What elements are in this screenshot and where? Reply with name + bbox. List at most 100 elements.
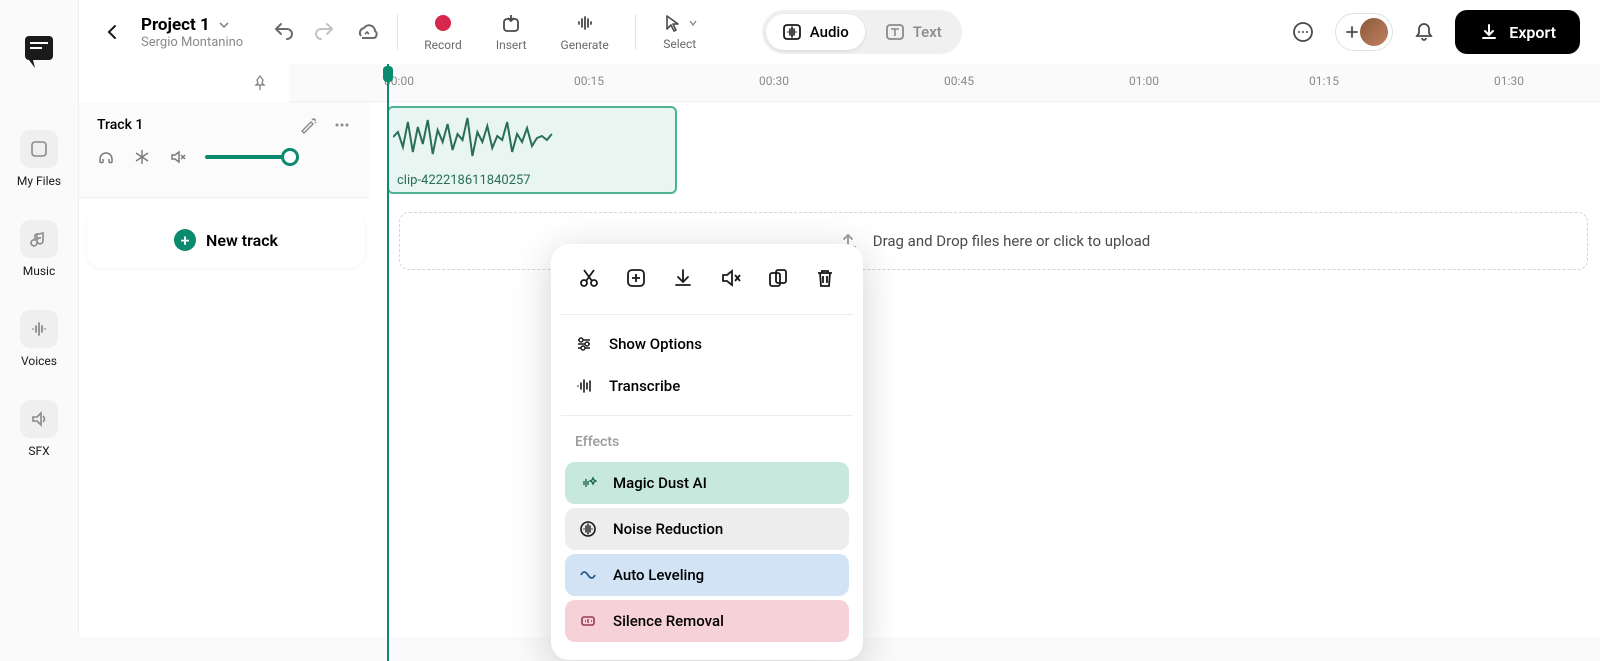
download-icon <box>1479 22 1499 42</box>
audio-clip[interactable]: clip-422218611840257 <box>387 106 677 194</box>
seg-label: Audio <box>810 23 849 41</box>
ruler-mark: 01:15 <box>1309 74 1339 88</box>
top-toolbar: Project 1 Sergio Montanino Record Insert <box>79 0 1600 64</box>
insert-button[interactable]: Insert <box>488 8 535 56</box>
newtrack-label: New track <box>206 231 278 250</box>
record-icon <box>432 12 454 34</box>
music-note-icon <box>20 220 58 258</box>
track-name: Track 1 <box>97 117 143 133</box>
more-options-icon[interactable] <box>333 116 351 134</box>
divider <box>635 14 636 50</box>
export-button[interactable]: Export <box>1455 10 1580 54</box>
fx-label: Silence Removal <box>613 612 724 630</box>
insert-icon <box>500 12 522 34</box>
tracks-area: Track 1 clip-422218611840257 <box>79 102 1600 637</box>
select-button[interactable]: Select <box>654 9 706 55</box>
effects-heading: Effects <box>561 424 853 458</box>
nav-sfx[interactable]: SFX <box>20 400 58 458</box>
generate-icon <box>574 12 596 34</box>
add-collaborator-button[interactable] <box>1335 13 1393 51</box>
auto-leveling-item[interactable]: Auto Leveling <box>565 554 849 596</box>
download-button[interactable] <box>669 264 697 292</box>
audio-mode-button[interactable]: Audio <box>766 14 865 50</box>
voice-wave-icon <box>20 310 58 348</box>
chevron-down-icon <box>218 19 230 31</box>
project-block[interactable]: Project 1 Sergio Montanino <box>141 15 243 50</box>
divider <box>397 14 398 50</box>
sfx-icon <box>20 400 58 438</box>
duplicate-button[interactable] <box>764 264 792 292</box>
waveform-icon <box>393 112 671 162</box>
cloud-sync-icon[interactable] <box>355 20 379 44</box>
text-icon <box>885 22 905 42</box>
headphones-icon[interactable] <box>97 148 115 166</box>
chevron-down-icon <box>688 18 698 28</box>
silence-removal-item[interactable]: Silence Removal <box>565 600 849 642</box>
tb-label: Generate <box>561 38 609 52</box>
avatar <box>1358 16 1390 48</box>
ruler-mark: 00:15 <box>574 74 604 88</box>
ruler-mark: 01:30 <box>1494 74 1524 88</box>
fx-label: Magic Dust AI <box>613 474 707 492</box>
tb-label: Record <box>424 38 462 52</box>
new-track-button[interactable]: + New track <box>87 212 365 268</box>
seg-label: Text <box>913 23 942 41</box>
dropzone-label: Drag and Drop files here or click to upl… <box>873 232 1150 250</box>
sparkle-wave-icon <box>579 474 597 492</box>
sliders-icon <box>575 335 593 353</box>
left-sidebar: My Files Music Voices SFX <box>0 0 79 637</box>
chat-button[interactable] <box>1291 20 1315 44</box>
track-header: Track 1 <box>79 102 369 198</box>
leveling-icon <box>579 566 597 584</box>
text-mode-button[interactable]: Text <box>869 14 958 50</box>
ruler-mark: 00:45 <box>944 74 974 88</box>
generate-button[interactable]: Generate <box>553 8 617 56</box>
app-logo <box>19 30 59 70</box>
redo-button[interactable] <box>313 20 337 44</box>
export-label: Export <box>1509 23 1556 42</box>
audio-waveform-icon <box>782 22 802 42</box>
cut-button[interactable] <box>575 264 603 292</box>
add-button[interactable] <box>622 264 650 292</box>
back-button[interactable] <box>99 18 127 46</box>
mode-segment: Audio Text <box>762 10 962 54</box>
fx-label: Noise Reduction <box>613 520 723 538</box>
nav-label: SFX <box>28 444 49 458</box>
mute-icon[interactable] <box>169 148 187 166</box>
ruler-mark: 00:30 <box>759 74 789 88</box>
notifications-button[interactable] <box>1413 21 1435 43</box>
timeline-ruler[interactable]: 00:00 00:15 00:30 00:45 01:00 01:15 01:3… <box>289 64 1600 102</box>
magic-dust-item[interactable]: Magic Dust AI <box>565 462 849 504</box>
magic-wand-icon[interactable] <box>299 116 317 134</box>
transcribe-item[interactable]: Transcribe <box>561 365 853 407</box>
nav-label: Music <box>23 264 55 278</box>
undo-button[interactable] <box>271 20 295 44</box>
cursor-icon <box>662 13 682 33</box>
transcribe-icon <box>575 377 593 395</box>
record-button[interactable]: Record <box>416 8 470 56</box>
mute-clip-button[interactable] <box>717 264 745 292</box>
ruler-mark: 01:00 <box>1129 74 1159 88</box>
tb-label: Insert <box>496 38 527 52</box>
noise-reduction-item[interactable]: Noise Reduction <box>565 508 849 550</box>
volume-slider[interactable] <box>205 155 293 159</box>
nav-voices[interactable]: Voices <box>20 310 58 368</box>
ctx-label: Transcribe <box>609 377 680 395</box>
playhead[interactable] <box>387 64 389 661</box>
nav-music[interactable]: Music <box>20 220 58 278</box>
nav-label: My Files <box>17 174 61 188</box>
plus-icon: + <box>174 229 196 251</box>
project-user: Sergio Montanino <box>141 35 243 50</box>
clip-name: clip-422218611840257 <box>397 173 531 188</box>
tb-label: Select <box>663 37 696 51</box>
show-options-item[interactable]: Show Options <box>561 323 853 365</box>
nav-label: Voices <box>21 354 57 368</box>
project-title: Project 1 <box>141 15 210 35</box>
nav-my-files[interactable]: My Files <box>17 130 61 188</box>
pin-icon[interactable] <box>251 74 269 92</box>
delete-button[interactable] <box>811 264 839 292</box>
folder-icon <box>20 130 58 168</box>
snowflake-icon[interactable] <box>133 148 151 166</box>
ctx-label: Show Options <box>609 335 702 353</box>
noise-icon <box>579 520 597 538</box>
